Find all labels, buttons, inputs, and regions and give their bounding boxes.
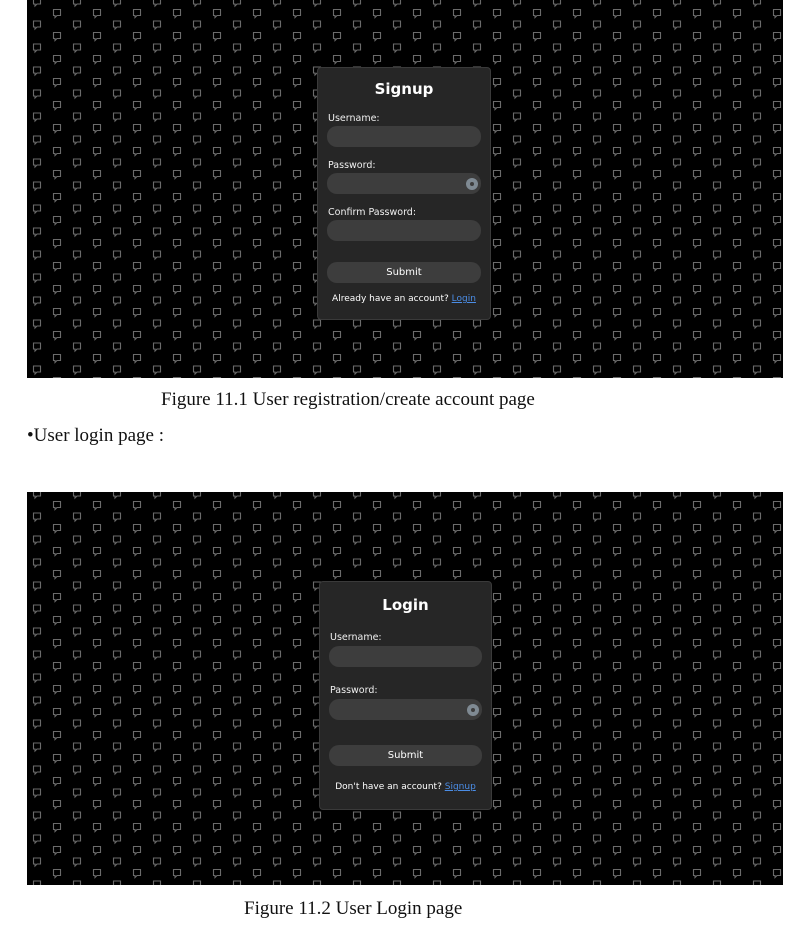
login-card: Login Username: Password: Submit Don't h… xyxy=(319,581,492,810)
figure-caption: Figure 11.2 User Login page xyxy=(244,898,463,919)
signup-footer: Already have an account? Login xyxy=(318,294,490,304)
signup-title: Signup xyxy=(374,80,434,98)
footer-text: Don't have an account? xyxy=(335,782,445,792)
login-link[interactable]: Login xyxy=(452,294,476,304)
login-footer: Don't have an account? Signup xyxy=(320,782,491,792)
signup-card: Signup Username: Password: Confirm Passw… xyxy=(317,67,491,320)
username-label: Username: xyxy=(330,632,382,643)
confirm-password-input[interactable] xyxy=(327,220,481,241)
password-label: Password: xyxy=(328,160,376,171)
username-input[interactable] xyxy=(329,646,482,667)
section-heading: •User login page : xyxy=(27,425,164,446)
username-label: Username: xyxy=(328,113,380,124)
password-label: Password: xyxy=(330,685,378,696)
signup-screenshot: Signup Username: Password: Confirm Passw… xyxy=(27,0,783,378)
username-input[interactable] xyxy=(327,126,481,147)
footer-text: Already have an account? xyxy=(332,294,452,304)
submit-button[interactable]: Submit xyxy=(327,262,481,283)
signup-link[interactable]: Signup xyxy=(445,782,476,792)
confirm-password-label: Confirm Password: xyxy=(328,207,417,218)
eye-icon[interactable] xyxy=(467,704,479,716)
login-title: Login xyxy=(382,596,429,614)
submit-button[interactable]: Submit xyxy=(329,745,482,766)
password-input[interactable] xyxy=(327,173,481,194)
login-screenshot: Login Username: Password: Submit Don't h… xyxy=(27,492,783,885)
eye-icon[interactable] xyxy=(466,178,478,190)
figure-caption: Figure 11.1 User registration/create acc… xyxy=(161,389,535,410)
password-input[interactable] xyxy=(329,699,482,720)
